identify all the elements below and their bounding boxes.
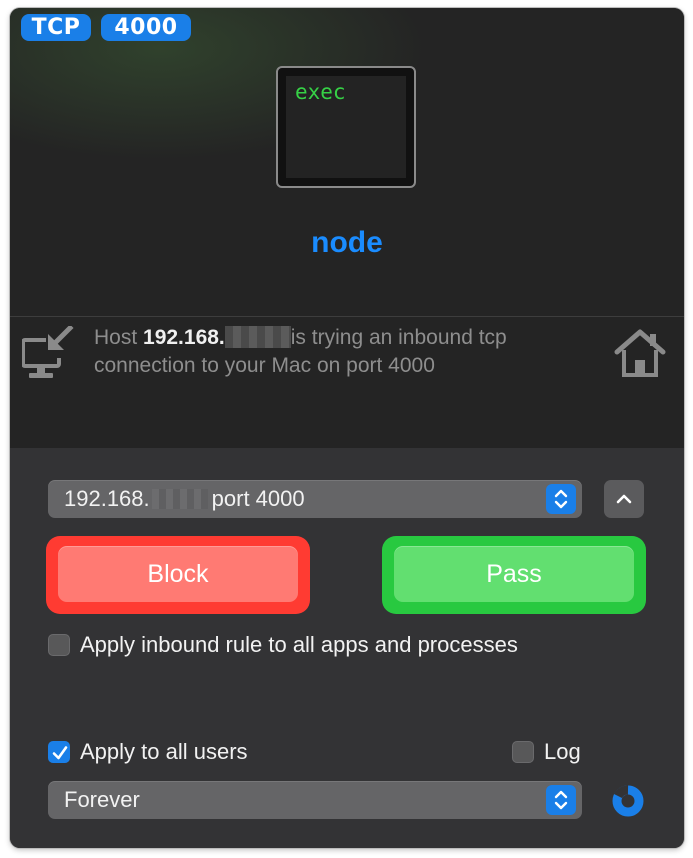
block-button[interactable]: Block (58, 546, 298, 602)
progress-spinner-icon (612, 785, 644, 817)
pass-button-ring: Pass (382, 536, 646, 614)
chevron-up-icon (616, 494, 632, 504)
home-icon (614, 329, 666, 377)
alert-header: TCP 4000 exec node Host 192.168. is tryin… (10, 8, 684, 448)
block-button-ring: Block (46, 536, 310, 614)
apply-all-apps-label: Apply inbound rule to all apps and proce… (80, 632, 518, 657)
alert-controls: 192.168. port 4000 Block Pass Apply inbou… (10, 448, 684, 848)
inbound-connection-icon (22, 326, 74, 378)
process-name: node (311, 226, 383, 259)
redacted-ip (151, 489, 208, 509)
apply-all-users-label: Apply to all users (80, 739, 248, 764)
connection-message: Host 192.168. is trying an inbound tcp co… (94, 324, 594, 380)
port-badge: 4000 (101, 14, 191, 41)
address-popup[interactable]: 192.168. port 4000 (48, 480, 582, 518)
collapse-details-button[interactable] (604, 480, 644, 518)
firewall-alert-window: TCP 4000 exec node Host 192.168. is tryin… (10, 8, 684, 848)
host-address: 192.168. (143, 326, 225, 349)
checkmark-icon (52, 746, 68, 760)
divider (10, 316, 684, 317)
executable-icon: exec (276, 66, 416, 188)
redacted-ip (224, 326, 291, 348)
apply-all-apps-checkbox[interactable] (48, 634, 70, 656)
stepper-icon (546, 484, 576, 514)
message-prefix: Host (94, 326, 144, 349)
stepper-icon (546, 785, 576, 815)
address-port: port 4000 (211, 486, 305, 511)
pass-button[interactable]: Pass (394, 546, 634, 602)
duration-popup[interactable]: Forever (48, 781, 582, 819)
duration-value: Forever (64, 787, 140, 812)
exec-icon-text: exec (295, 80, 346, 104)
log-checkbox[interactable] (512, 741, 534, 763)
address-ip: 192.168. (64, 486, 150, 511)
protocol-badge: TCP (21, 14, 91, 41)
log-label: Log (544, 739, 581, 764)
apply-all-users-checkbox[interactable] (48, 741, 70, 763)
